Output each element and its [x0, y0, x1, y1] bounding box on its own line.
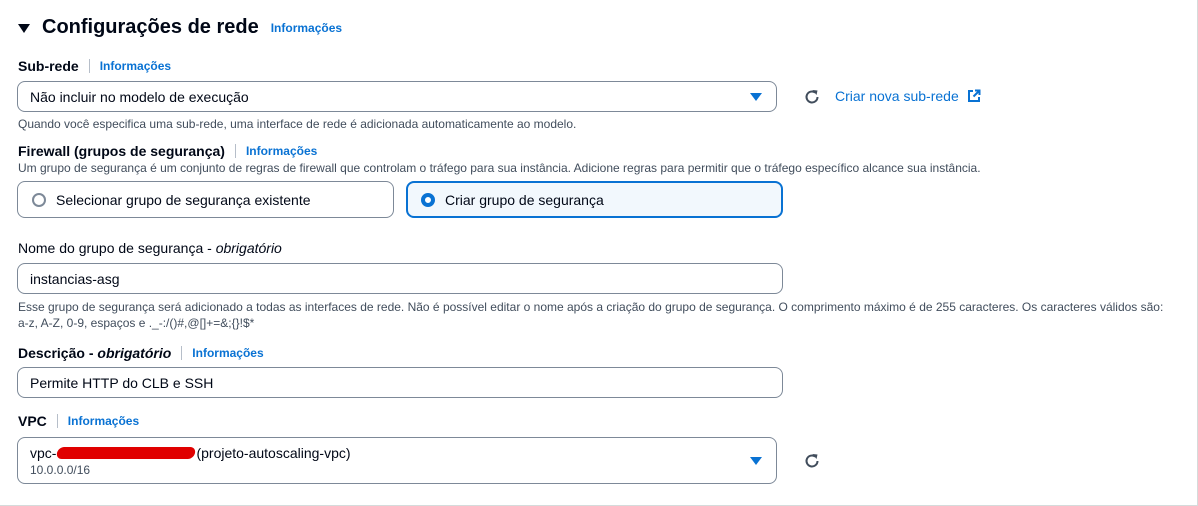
radio-select-existing-sg[interactable]: Selecionar grupo de segurança existente: [17, 181, 394, 218]
vpc-cidr: 10.0.0.0/16: [30, 462, 91, 477]
vpc-prefix: vpc-: [30, 444, 57, 461]
divider: [181, 346, 183, 360]
firewall-label-row: Firewall (grupos de segurança) Informaçõ…: [18, 143, 317, 159]
redaction-mark: [56, 446, 197, 459]
create-subnet-link[interactable]: Criar nova sub-rede: [835, 88, 981, 104]
firewall-label: Firewall (grupos de segurança): [18, 143, 225, 159]
description-required: obrigatório: [97, 345, 172, 361]
collapse-caret-icon[interactable]: [18, 24, 30, 33]
sg-name-label-text: Nome do grupo de segurança: [18, 240, 204, 256]
create-subnet-link-text: Criar nova sub-rede: [835, 88, 959, 104]
subnet-label-row: Sub-rede Informações: [18, 58, 171, 74]
external-link-icon: [967, 89, 981, 102]
sg-name-hint-line1: Esse grupo de segurança será adicionado …: [18, 300, 1164, 314]
firewall-description: Um grupo de segurança é um conjunto de r…: [18, 161, 981, 175]
divider: [234, 144, 236, 158]
subnet-label: Sub-rede: [18, 58, 79, 74]
sg-name-input[interactable]: instancias-asg: [17, 263, 783, 294]
vpc-info-link[interactable]: Informações: [68, 414, 139, 428]
sg-name-required: obrigatório: [215, 240, 282, 256]
sg-name-label: Nome do grupo de segurança - obrigatório: [18, 240, 282, 256]
subnet-hint: Quando você especifica uma sub-rede, uma…: [18, 117, 577, 131]
refresh-vpc-icon[interactable]: [802, 451, 822, 471]
section-info-link[interactable]: Informações: [271, 21, 342, 35]
vpc-name: (projeto-autoscaling-vpc): [196, 444, 351, 461]
sg-name-hint-line2: a-z, A-Z, 0-9, espaços e ._-:/()#,@[]+=&…: [18, 316, 255, 330]
radio-create-sg-label: Criar grupo de segurança: [445, 191, 604, 208]
caret-down-icon: [750, 456, 762, 465]
subnet-select-value: Não incluir no modelo de execução: [30, 88, 249, 105]
subnet-select[interactable]: Não incluir no modelo de execução: [17, 81, 777, 112]
caret-down-icon: [750, 92, 762, 101]
vpc-label: VPC: [18, 413, 47, 429]
refresh-subnet-icon[interactable]: [802, 87, 822, 107]
radio-select-existing-label: Selecionar grupo de segurança existente: [56, 191, 311, 208]
vpc-select[interactable]: vpc- (projeto-autoscaling-vpc) 10.0.0.0/…: [17, 437, 777, 484]
network-settings-panel: Configurações de rede Informações Sub-re…: [0, 0, 1198, 506]
section-header[interactable]: Configurações de rede Informações: [18, 16, 342, 39]
radio-create-sg[interactable]: Criar grupo de segurança: [406, 181, 783, 218]
description-label-row: Descrição - obrigatório Informações: [18, 345, 264, 361]
sg-name-value: instancias-asg: [30, 270, 120, 287]
radio-unchecked-icon[interactable]: [32, 192, 46, 207]
description-input[interactable]: Permite HTTP do CLB e SSH: [17, 367, 783, 398]
description-value: Permite HTTP do CLB e SSH: [30, 374, 214, 391]
radio-checked-icon[interactable]: [421, 192, 435, 207]
firewall-info-link[interactable]: Informações: [246, 144, 317, 158]
section-title: Configurações de rede: [42, 16, 259, 38]
vpc-label-row: VPC Informações: [18, 413, 139, 429]
divider: [56, 414, 58, 428]
divider: [88, 59, 90, 73]
description-label: Descrição: [18, 345, 85, 361]
description-info-link[interactable]: Informações: [192, 346, 263, 360]
subnet-info-link[interactable]: Informações: [100, 59, 171, 73]
vpc-select-main: vpc- (projeto-autoscaling-vpc): [30, 445, 351, 461]
